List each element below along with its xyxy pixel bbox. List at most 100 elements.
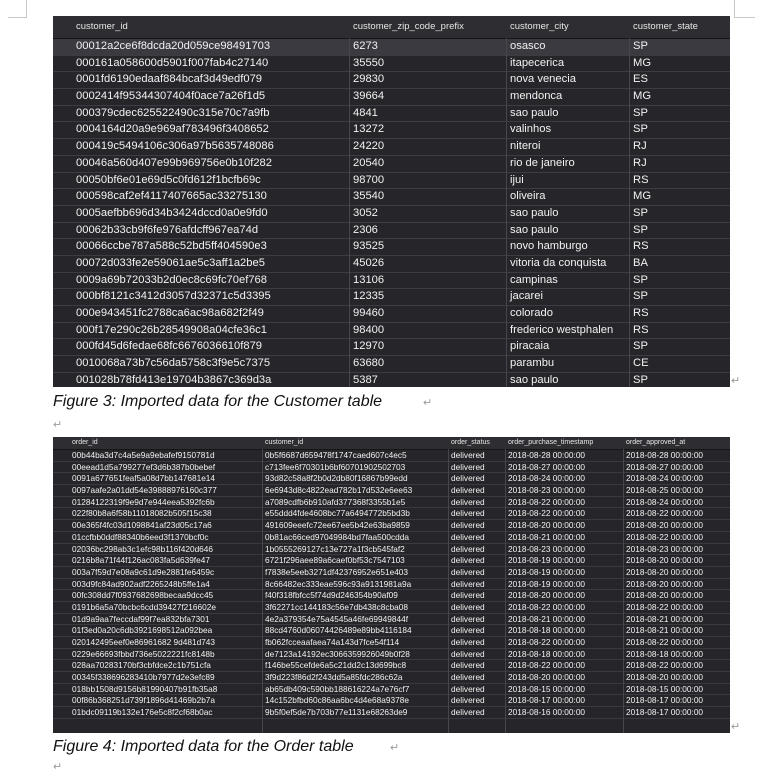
table-cell: delivered bbox=[451, 508, 485, 519]
table-cell: delivered bbox=[451, 695, 485, 706]
column-divider bbox=[629, 38, 630, 387]
table-cell: 003d9fc84ad902adf2265248b5ffe1a4 bbox=[72, 578, 210, 589]
table-cell: 2018-08-22 00:00:00 bbox=[508, 660, 586, 671]
table-cell: f146be55cefde6a5c21dd2c13d699bc8 bbox=[265, 660, 407, 671]
table-cell: de7123a14192ec3066359926049b0f28 bbox=[265, 648, 410, 659]
table-cell: 001028b78fd413e19704b3867c369d3a bbox=[76, 373, 272, 386]
table-cell: jacarei bbox=[510, 290, 543, 303]
table-cell: 5387 bbox=[353, 373, 378, 386]
table-cell: 3f9d223f86d2f243dd5a85fdc286c62a bbox=[265, 672, 403, 683]
table-row: 0097aafe2a01dd54e39888976160c377 6e6943d8… bbox=[53, 485, 730, 497]
table-cell: delivered bbox=[451, 496, 485, 507]
table-cell: 2018-08-25 00:00:00 bbox=[626, 485, 704, 496]
table-cell: 0004164d20a9e969af783496f3408652 bbox=[76, 123, 269, 136]
column-header: order_status bbox=[451, 439, 490, 446]
table-row: 022f80b8a6f58b11018082b505f15c38 e55ddd4f… bbox=[53, 508, 730, 521]
table-cell: 24220 bbox=[353, 140, 385, 153]
order-table-image: order_id customer_id order_status order_… bbox=[53, 437, 730, 733]
table-row: 0229e66693fbbd736e5022221fc8148b de7123a1… bbox=[53, 649, 730, 661]
table-row: 00345f338696283410b7977d2e3efc89 3f9d223f… bbox=[53, 672, 730, 684]
table-cell: 00b44ba3d7c4a5e9a9ebafef9150781d bbox=[72, 450, 215, 460]
table-cell: 00f86b368251d739f1896d41469b2b7a bbox=[72, 695, 216, 706]
table-cell: RS bbox=[633, 307, 649, 319]
table-cell: delivered bbox=[451, 485, 485, 496]
table-cell: 4e2a379354e75a4545a46fe69949844f bbox=[265, 613, 409, 624]
table-cell: 01bdc09119b132e176e5c8f2cf68b0ac bbox=[72, 707, 213, 718]
table-cell: delivered bbox=[451, 648, 485, 659]
table-cell: 88cd4760d06074426489e89bb4116184 bbox=[265, 625, 412, 636]
table-cell: 2018-08-22 00:00:00 bbox=[626, 601, 704, 612]
table-cell: 2018-08-27 00:00:00 bbox=[626, 461, 704, 472]
table-cell: SP bbox=[633, 223, 648, 236]
table-cell: 00eead1d5a799277ef3d6b387b0bebef bbox=[72, 461, 216, 472]
page-corner-mark bbox=[734, 0, 735, 18]
table-cell: 45026 bbox=[353, 256, 385, 269]
column-divider bbox=[262, 449, 263, 733]
table-cell: 2018-08-21 00:00:00 bbox=[508, 613, 586, 624]
page-corner-mark bbox=[8, 17, 26, 18]
column-divider bbox=[349, 38, 350, 387]
table-cell: 022f80b8a6f58b11018082b505f15c38 bbox=[72, 508, 212, 519]
table-cell: 00fc308dd7f0937682698becaa9dcc45 bbox=[72, 590, 214, 601]
table-cell: 2018-08-20 00:00:00 bbox=[508, 520, 586, 531]
table-cell: MG bbox=[633, 90, 652, 103]
figure-caption: Figure 4: Imported data for the Order ta… bbox=[53, 738, 354, 755]
table-cell: 2018-08-23 00:00:00 bbox=[508, 543, 586, 554]
table-cell: osasco bbox=[510, 40, 546, 52]
table-cell: 98700 bbox=[353, 173, 385, 186]
column-header: order_purchase_timestamp bbox=[508, 439, 594, 446]
table-cell: 3052 bbox=[353, 206, 378, 219]
table-cell: parambu bbox=[510, 357, 555, 370]
table-cell: 35550 bbox=[353, 56, 385, 69]
table-cell: 01284122319f9e9d7e944eea5392fc6b bbox=[72, 496, 215, 507]
table-cell: 491609eeefc72ee67ee5b42e63ba9859 bbox=[265, 520, 410, 531]
table-cell: 2018-08-20 00:00:00 bbox=[508, 590, 586, 601]
page-corner-mark bbox=[735, 17, 755, 18]
table-cell: 6e6943d8c4822ead782b17d532e6ee63 bbox=[265, 485, 413, 496]
table-cell: 2018-08-20 00:00:00 bbox=[626, 520, 704, 531]
table-row: 003d9fc84ad902adf2265248b5ffe1a4 8c66482e… bbox=[53, 579, 730, 591]
table-cell: 2018-08-24 00:00:00 bbox=[508, 473, 586, 484]
table-cell: 2018-08-22 00:00:00 bbox=[508, 601, 586, 612]
table-row: 02036bc298ab3c1efc98b116f420d646 1b055526… bbox=[53, 544, 730, 556]
table-cell: 13106 bbox=[353, 273, 385, 286]
table-cell: 13272 bbox=[353, 123, 385, 136]
customer-table-header: customer_id customer_zip_code_prefix cus… bbox=[53, 16, 730, 39]
table-cell: 2018-08-22 00:00:00 bbox=[626, 508, 704, 519]
table-cell: 39664 bbox=[353, 90, 385, 103]
table-cell: 93d82c58a8f2b0d2db80f16867b99edd bbox=[265, 473, 408, 484]
table-cell: 00e365f4fc03d1098841af23d05c17a6 bbox=[72, 520, 212, 531]
table-cell: 00072d033fe2e59061ae5c3aff1a2be5 bbox=[76, 256, 265, 269]
table-cell: nova venecia bbox=[510, 73, 576, 86]
table-cell: 1b0555269127c13e727a1f3cb545faf2 bbox=[265, 543, 405, 554]
table-cell: oliveira bbox=[510, 190, 546, 203]
table-cell: SP bbox=[633, 206, 648, 219]
table-cell: SP bbox=[633, 290, 648, 303]
paragraph-mark: ↵ bbox=[731, 375, 741, 387]
paragraph-mark: ↵ bbox=[53, 419, 63, 431]
column-divider bbox=[623, 449, 624, 733]
table-row: 01bdc09119b132e176e5c8f2cf68b0ac 9b5f0ef5… bbox=[53, 707, 730, 719]
table-cell: delivered bbox=[451, 601, 485, 612]
table-cell: a7089cdfb6b910afd377368f3355b1e5 bbox=[265, 496, 406, 507]
table-cell: 0b5f6687d659478f1747caed607c4ec5 bbox=[265, 450, 407, 460]
table-cell: 020142495eef0e86961682 9d481d743 bbox=[72, 637, 216, 647]
table-cell: delivered bbox=[451, 683, 485, 694]
table-cell: 000419c5494106c306a97b5635748086 bbox=[76, 140, 274, 153]
table-cell: SP bbox=[633, 373, 648, 386]
table-cell: 000f17e290c26b28549908a04cfe36c1 bbox=[76, 323, 267, 336]
table-cell: 01d9a9aa7feccdaf99f7ea832bfa7301 bbox=[72, 613, 210, 624]
table-cell: delivered bbox=[451, 566, 485, 577]
table-cell: 0097aafe2a01dd54e39888976160c377 bbox=[72, 485, 217, 496]
column-header: order_id bbox=[72, 439, 98, 446]
table-cell: 63680 bbox=[353, 357, 385, 370]
table-cell: RS bbox=[633, 173, 649, 186]
table-cell: 2018-08-21 00:00:00 bbox=[626, 613, 704, 624]
table-cell: 000bf8121c3412d3057d32371c5d3395 bbox=[76, 290, 271, 303]
table-cell: 12335 bbox=[353, 290, 385, 303]
table-cell: 2018-08-23 00:00:00 bbox=[508, 485, 586, 496]
table-cell: delivered bbox=[451, 450, 485, 460]
table-cell: MG bbox=[633, 56, 652, 69]
table-cell: 20540 bbox=[353, 156, 385, 169]
table-cell: delivered bbox=[451, 660, 485, 671]
